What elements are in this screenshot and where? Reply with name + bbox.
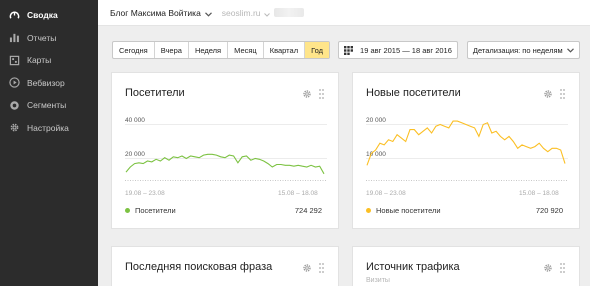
sidebar-item-label: Сводка [27,10,58,21]
sidebar-item-webvisor[interactable]: Вебвизор [0,72,98,95]
date-range-button[interactable]: 19 авг 2015 — 18 авг 2016 [338,41,458,59]
legend-marker [366,208,371,213]
period-week-button[interactable]: Неделя [189,42,229,58]
chevron-down-icon[interactable] [204,4,212,22]
redacted-counter-id [273,8,304,17]
x-tick-label: 15.08 – 18.08 [519,190,559,197]
legend-label: Новые посетители [376,206,441,215]
y-tick-label: 20 000 [125,151,145,158]
last-search-phrase-widget: Последняя поисковая фраза [111,246,339,286]
site-domain: seoslim.ru [221,7,261,18]
traffic-source-widget: Источник трафика Визиты [352,246,580,286]
widget-subtitle: Визиты [366,277,390,284]
detail-label: Детализация: по неделям [472,45,563,55]
chevron-down-icon[interactable] [263,4,270,22]
sidebar-item-label: Карты [27,55,52,66]
y-tick-label: 20 000 [366,117,386,124]
sidebar-item-segments[interactable]: Сегменты [0,94,98,117]
period-today-button[interactable]: Сегодня [113,42,155,58]
legend: Новые посетители [366,206,441,215]
new-visitors-chart: 20 000 10 000 19.08 – 23.08 15.08 – 18.0… [366,117,568,197]
period-yesterday-button[interactable]: Вчера [155,42,189,58]
widget-title: Источник трафика [366,261,460,273]
drag-handle-icon[interactable] [560,263,565,273]
visitors-total: 724 292 [294,206,322,215]
sidebar-item-settings[interactable]: Настройка [0,117,98,140]
bar-chart-icon [8,32,20,44]
series-line-visitors [125,153,325,175]
legend: Посетители [125,206,176,215]
date-range-label: 19 авг 2015 — 18 авг 2016 [360,45,452,55]
legend-label: Посетители [135,206,176,215]
header: Блог Максима Войтика seoslim.ru [98,0,590,26]
detail-select[interactable]: Детализация: по неделям [466,41,580,59]
circle-icon [8,99,20,111]
period-selector: Сегодня Вчера Неделя Месяц Квартал Год [112,41,331,59]
calendar-icon [344,45,355,55]
period-quarter-button[interactable]: Квартал [264,42,306,58]
visitors-chart: 40 000 20 000 19.08 – 23.08 15.08 – 18.0… [125,117,327,197]
gauge-icon [8,9,20,21]
sidebar: Сводка Отчеты Карты Вебвизор Сегменты На… [0,0,98,286]
gear-icon [8,122,20,134]
period-year-button[interactable]: Год [305,42,330,58]
sidebar-item-maps[interactable]: Карты [0,49,98,72]
x-tick-label: 19.08 – 23.08 [125,190,165,197]
sidebar-item-label: Сегменты [27,100,67,111]
play-icon [8,77,20,89]
drag-handle-icon[interactable] [319,263,324,273]
y-tick-label: 40 000 [125,117,145,124]
map-icon [8,54,20,66]
gear-icon[interactable] [543,263,553,273]
new-visitors-widget: Новые посетители 20 000 10 000 19.08 – 2… [352,72,580,229]
sidebar-item-label: Настройка [27,122,69,133]
x-tick-label: 19.08 – 23.08 [366,190,406,197]
gear-icon[interactable] [302,263,312,273]
y-tick-label: 10 000 [366,151,386,158]
period-month-button[interactable]: Месяц [228,42,264,58]
toolbar: Сегодня Вчера Неделя Месяц Квартал Год 1… [112,41,582,59]
x-tick-label: 15.08 – 18.08 [278,190,318,197]
sidebar-item-label: Отчеты [27,32,57,43]
visitors-widget: Посетители 40 000 20 000 19.08 – 23.08 1… [111,72,339,229]
widget-title: Последняя поисковая фраза [125,261,273,273]
legend-marker [125,208,130,213]
sidebar-item-summary[interactable]: Сводка [0,4,98,27]
sidebar-item-label: Вебвизор [27,77,65,88]
new-visitors-total: 720 920 [535,206,563,215]
sidebar-item-reports[interactable]: Отчеты [0,27,98,50]
chevron-down-icon [566,47,574,53]
site-selector[interactable]: Блог Максима Войтика [110,8,201,18]
